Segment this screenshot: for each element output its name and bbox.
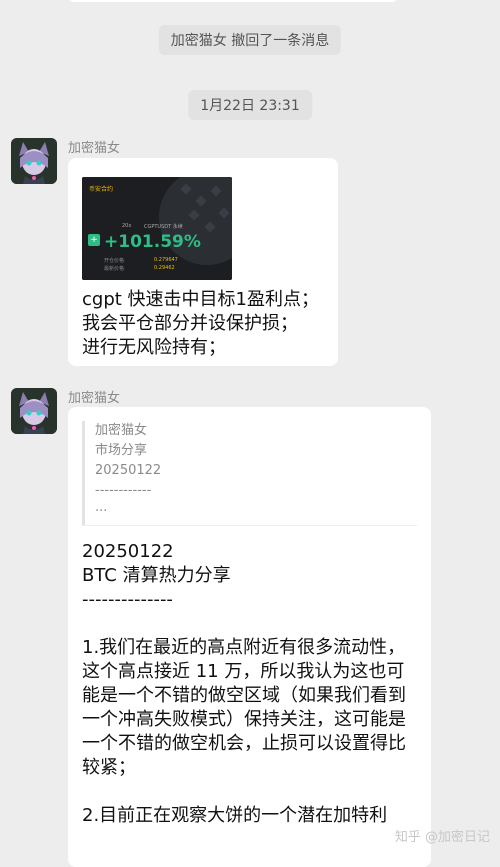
message-text: 20250122 BTC 清算热力分享 -------------- 1.我们在…	[82, 541, 406, 826]
last-price-value: 0.29462	[154, 265, 175, 271]
cat-girl-avatar-icon	[11, 388, 57, 434]
avatar[interactable]	[11, 388, 57, 434]
message-bubble[interactable]: 加密猫女 市场分享 20250122 ------------ ... 2025…	[68, 407, 431, 867]
sender-name: 加密猫女	[68, 141, 121, 156]
quote-divider	[82, 525, 417, 526]
watermark: 知乎 @加密日记	[394, 830, 490, 845]
quote-date: 20250122	[95, 463, 162, 478]
plus-icon: +	[88, 234, 100, 246]
quoted-message[interactable]: 加密猫女 市场分享 20250122 ------------ ...	[82, 421, 420, 525]
message-timestamp: 1月22日 23:31	[188, 90, 312, 120]
quote-title: 市场分享	[95, 443, 148, 458]
recall-notice: 加密猫女 撤回了一条消息	[158, 25, 342, 55]
message-text: cgpt 快速击中目标1盈利点； 我会平仓部分并设保护损； 进行无风险持有；	[82, 289, 319, 358]
quote-ellipsis: ...	[95, 500, 108, 515]
open-price-label: 开仓价格	[104, 258, 125, 264]
trade-screenshot[interactable]: 币安合约 20x CGPTUSDT 永续 + +101.59% 开仓价格 0.2…	[82, 177, 232, 280]
sender-name: 加密猫女	[68, 391, 121, 406]
leverage-label: 20x	[122, 223, 132, 229]
previous-message-bubble	[68, 0, 398, 2]
quote-dashes: ------------	[95, 483, 152, 498]
cat-girl-avatar-icon	[11, 138, 57, 184]
pnl-percentage: +101.59%	[104, 232, 201, 252]
open-price-value: 0.279647	[154, 257, 178, 263]
pair-label: CGPTUSDT 永续	[144, 224, 183, 230]
avatar[interactable]	[11, 138, 57, 184]
message-bubble[interactable]: 币安合约 20x CGPTUSDT 永续 + +101.59% 开仓价格 0.2…	[68, 158, 338, 366]
last-price-label: 最新价格	[104, 266, 125, 272]
exchange-logo: 币安合约	[89, 186, 114, 193]
quote-sender: 加密猫女	[95, 423, 148, 438]
